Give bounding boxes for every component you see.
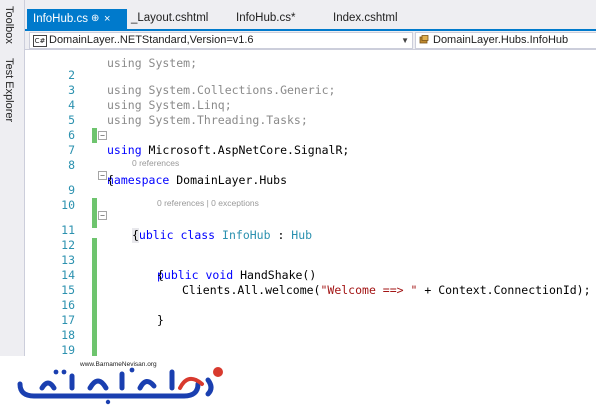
collapse-icon[interactable]: −: [98, 171, 107, 180]
tool-window-strip: Toolbox Test Explorer: [0, 0, 25, 356]
brand-logo: [17, 367, 223, 405]
tab-label: InfoHub.cs: [33, 13, 88, 25]
toolbox-tab[interactable]: Toolbox: [3, 6, 15, 44]
tab-index-cshtml[interactable]: Index.cshtml: [327, 7, 404, 29]
code-line: 4 using System.Threading.Tasks;: [25, 83, 596, 127]
tab-infohub-cs-modified[interactable]: InfoHub.cs*: [230, 7, 301, 29]
code-line: 13 Clients.All.welcome("Welcome ==> " + …: [25, 238, 596, 297]
document-tab-bar: InfoHub.cs ⊕ × _Layout.cshtml InfoHub.cs…: [25, 0, 596, 31]
code-line: 8 {: [25, 143, 596, 187]
site-watermark: www.BarnameNevisan.org: [0, 356, 596, 407]
tab-layout-cshtml[interactable]: _Layout.cshtml: [125, 7, 214, 29]
code-line: 16: [25, 283, 596, 328]
code-editor[interactable]: using System; 2 using System.Collections…: [25, 50, 596, 372]
code-line: 17: [25, 298, 596, 343]
code-line: 10 {: [25, 183, 596, 243]
test-explorer-tab[interactable]: Test Explorer: [3, 58, 15, 122]
code-line: 9 − public class InfoHub : Hub: [25, 168, 596, 242]
tab-infohub-cs[interactable]: InfoHub.cs ⊕ ×: [27, 9, 127, 29]
code-line: 5 using Microsoft.AspNetCore.SignalR;: [25, 98, 596, 157]
code-line: 6: [25, 113, 596, 142]
code-line: 2 using System.Collections.Generic;: [25, 53, 596, 97]
code-line: 14: [25, 253, 596, 298]
collapse-icon[interactable]: −: [98, 211, 107, 220]
code-line: 11 − public void HandShake(): [25, 208, 596, 282]
collapse-icon[interactable]: −: [98, 131, 107, 140]
code-line: 18 }: [25, 313, 596, 372]
code-line: 12 {: [25, 223, 596, 282]
code-line: 7 − namespace DomainLayer.Hubs: [25, 128, 596, 187]
code-line: 3 using System.Linq;: [25, 68, 596, 112]
pin-icon[interactable]: ⊕: [91, 9, 99, 29]
code-line: 15 }: [25, 268, 596, 327]
code-line: 19 }: [25, 328, 596, 372]
close-icon[interactable]: ×: [104, 9, 110, 29]
